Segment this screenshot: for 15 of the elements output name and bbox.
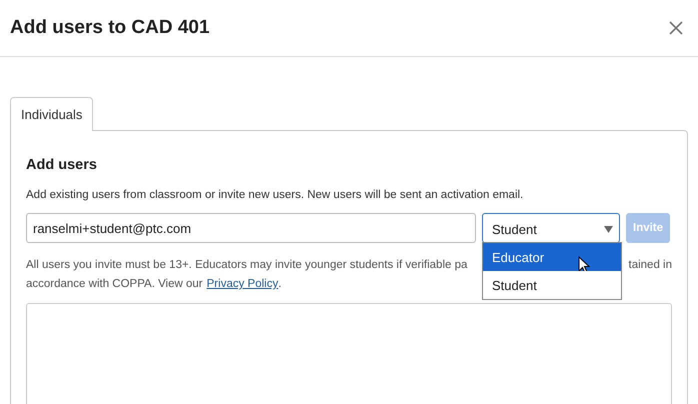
tab[interactable]: Individuals [10,97,94,131]
mouse-pointer-icon [578,256,590,274]
notice-text: . [278,277,282,292]
notice-text: accordance with COPPA. View our [26,277,203,292]
notice-text: All users you invite must be 13+. Educators may invite younger students if verifiable pa [26,258,468,273]
close-button[interactable] [667,19,685,37]
role-select[interactable]: Student [482,213,620,243]
dialog-title: Add users to CAD 401 [10,17,210,39]
caret-icon [604,226,613,233]
privacy-policy-link[interactable]: Privacy Policy [206,275,278,294]
section-heading: Add users [26,157,98,173]
section-description: Add existing users from classroom or invite new users. New users will be sent an activation email. [26,189,524,201]
dropdown-option[interactable]: Educator [483,243,621,271]
email-field[interactable]: ranselmi+student@ptc.com [26,213,476,243]
notice-text: tained in [628,258,672,273]
